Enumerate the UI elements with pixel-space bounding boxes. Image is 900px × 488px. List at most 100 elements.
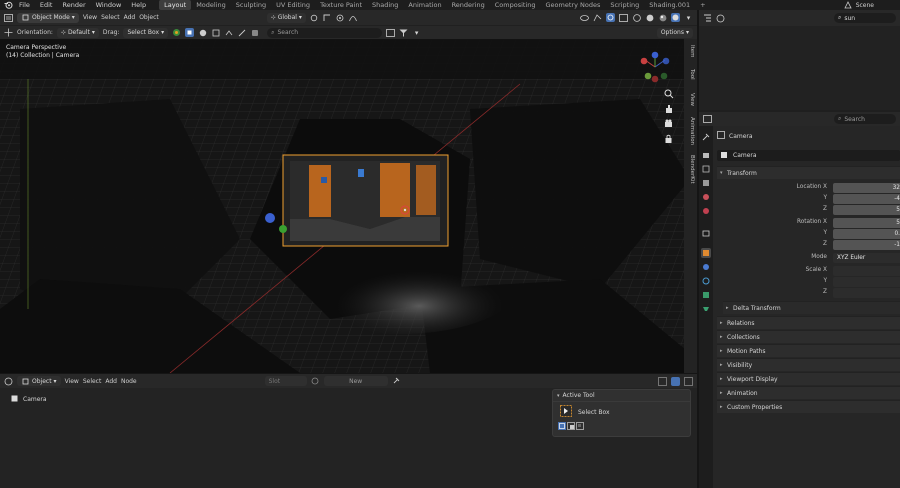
sidebar-tab-animation[interactable]: Animation [686,117,695,145]
view-layers-icon[interactable] [671,376,680,386]
solid-shading-icon[interactable] [645,13,654,22]
workspace-tab-shading[interactable]: Shading [367,0,403,10]
workspace-tab-shading-001[interactable]: Shading.001 [644,0,695,10]
blenderkit-material-icon[interactable] [198,28,207,37]
output-tab-icon[interactable] [701,164,711,174]
outliner-body[interactable] [699,26,900,110]
rotation-mode-dropdown[interactable]: XYZ Euler [833,253,900,263]
proportional-edit-icon[interactable] [336,13,345,22]
location-y-field[interactable]: -4 [833,194,900,204]
menu-view[interactable]: View [65,378,79,385]
menu-select[interactable]: Select [101,14,120,21]
render-tab-icon[interactable] [701,150,711,160]
collection-tab-icon[interactable] [701,228,711,238]
editor-type-icon[interactable] [4,13,13,22]
sidebar-tab-item[interactable]: Item [686,45,695,58]
menu-edit[interactable]: Edit [35,1,58,9]
scale-z-field[interactable] [833,288,900,298]
blenderkit-brush-icon[interactable] [237,28,246,37]
workspace-tab-scripting[interactable]: Scripting [605,0,644,10]
collections-section-header[interactable]: ▸ Collections [717,330,900,343]
blender-logo-icon[interactable] [2,0,14,10]
funnel-icon[interactable] [399,28,408,37]
sidebar-tab-view[interactable]: View [686,93,695,106]
camera-view-icon[interactable] [664,119,676,134]
transform-section-header[interactable]: ▾ Transform [717,166,900,179]
blenderkit-logo-icon[interactable] [172,28,181,37]
properties-editor-icon[interactable] [703,115,712,124]
filter-icon[interactable] [684,376,693,386]
display-filter-icon[interactable] [716,14,725,23]
animation-section-header[interactable]: ▸ Animation [717,386,900,399]
active-tool-row[interactable]: Select Box [553,402,690,422]
custom-properties-section-header[interactable]: ▸ Custom Properties [717,400,900,413]
menu-add[interactable]: Add [105,378,117,385]
zoom-icon[interactable] [664,89,676,104]
blenderkit-nodegroup-icon[interactable] [250,28,259,37]
workspace-tab-compositing[interactable]: Compositing [490,0,541,10]
overlays-icon[interactable] [606,13,615,22]
asset-search-input[interactable]: ⌕ Search [267,27,383,38]
location-z-field[interactable]: 5 [833,205,900,215]
delta-transform-section-header[interactable]: ▸ Delta Transform [723,301,900,314]
workspace-tab-sculpting[interactable]: Sculpting [231,0,271,10]
pivot-icon[interactable] [310,13,319,22]
menu-object[interactable]: Object [139,14,159,21]
workspace-tab-modeling[interactable]: Modeling [191,0,231,10]
slot-dropdown[interactable]: Slot [264,376,307,386]
menu-view[interactable]: View [83,14,97,21]
tool-tab-icon[interactable] [701,132,711,142]
snap-icon[interactable] [323,13,332,22]
gizmo-icon[interactable] [593,13,602,22]
scene-tab-icon[interactable] [701,192,711,202]
drag-dropdown[interactable]: Select Box ▾ [123,27,169,38]
pin-icon[interactable] [392,377,401,386]
wireframe-shading-icon[interactable] [632,13,641,22]
active-tool-header[interactable]: ▾ Active Tool [553,390,690,402]
pan-hand-icon[interactable] [664,104,676,119]
select-new-icon[interactable] [558,422,566,432]
rotation-z-field[interactable]: -1 [833,240,900,250]
menu-help[interactable]: Help [126,1,151,9]
object-mode-dropdown[interactable]: Object Mode ▾ [17,12,79,23]
menu-render[interactable]: Render [57,1,90,9]
select-extend-icon[interactable] [567,422,575,432]
rotation-x-field[interactable]: 5 [833,218,900,228]
object-name-field[interactable]: Camera [717,150,900,161]
workspace-tab-layout[interactable]: Layout [159,0,192,10]
editor-type-icon[interactable] [4,377,13,386]
object-tab-icon[interactable] [701,248,711,258]
shading-options-icon[interactable]: ▾ [684,13,693,22]
workspace-tab-uv-editing[interactable]: UV Editing [271,0,315,10]
sidebar-toggle-icon[interactable] [658,376,667,386]
scale-x-field[interactable] [833,266,900,276]
menu-add[interactable]: Add [124,14,136,21]
motion-paths-section-header[interactable]: ▸ Motion Paths [717,344,900,357]
material-shading-icon[interactable] [658,13,667,22]
sidebar-tab-blenderkit[interactable]: BlenderKit [686,155,695,184]
move-tool-icon[interactable] [4,28,13,37]
orientation-dropdown[interactable]: ⊹ Default ▾ [56,27,99,38]
blenderkit-model-icon[interactable] [185,28,195,37]
menu-select[interactable]: Select [83,378,102,385]
blenderkit-scene-icon[interactable] [211,28,220,37]
visibility-icon[interactable] [580,13,589,22]
lock-icon[interactable] [664,134,676,149]
falloff-icon[interactable] [349,13,358,22]
workspace-tab-rendering[interactable]: Rendering [447,0,490,10]
menu-file[interactable]: File [14,1,35,9]
object-row[interactable]: Camera [11,395,47,404]
slot-browse-icon[interactable] [311,377,320,386]
xray-icon[interactable] [619,13,628,22]
chevron-down-icon[interactable]: ▾ [412,28,421,37]
camera-data-tab-icon[interactable] [701,304,711,314]
workspace-tab-texture-paint[interactable]: Texture Paint [315,0,367,10]
new-action-button[interactable]: New [323,376,388,386]
blenderkit-hdr-icon[interactable] [224,28,233,37]
scene-name[interactable]: Scene [856,2,874,9]
menu-node[interactable]: Node [121,378,137,385]
outliner-search-input[interactable]: ⌕ sun [834,13,896,23]
viewport-display-section-header[interactable]: ▸ Viewport Display [717,372,900,385]
workspace-tab-animation[interactable]: Animation [403,0,446,10]
visibility-section-header[interactable]: ▸ Visibility [717,358,900,371]
